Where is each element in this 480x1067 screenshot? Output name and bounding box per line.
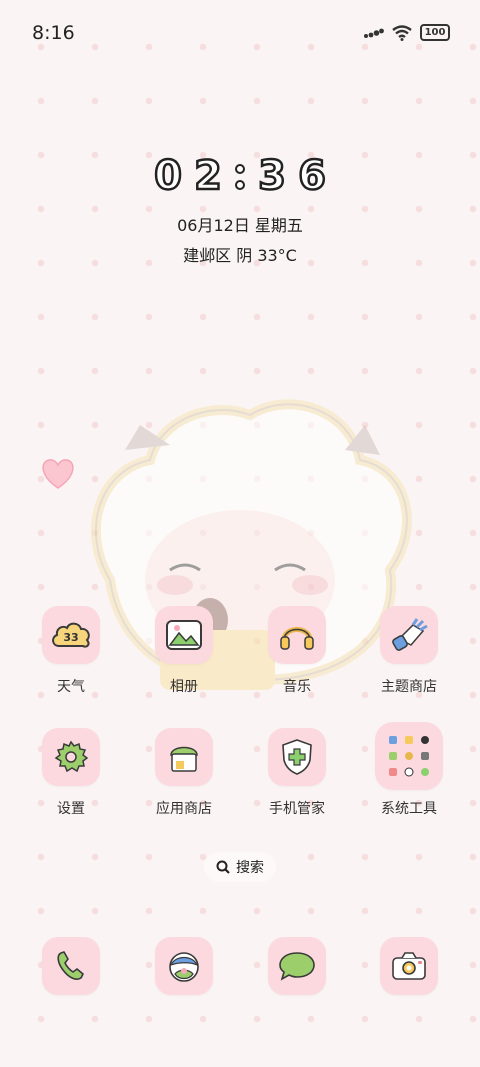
wifi-icon xyxy=(392,24,412,41)
dock-browser[interactable] xyxy=(139,937,229,995)
cellular-signal-icon xyxy=(364,28,384,38)
system-tools-folder xyxy=(375,722,443,790)
app-theme-store[interactable]: 主题商店 xyxy=(364,606,454,696)
search-icon xyxy=(216,860,230,874)
weather-cloud-icon: 33 xyxy=(52,622,90,648)
status-time: 8:16 xyxy=(32,22,75,44)
app-gallery[interactable]: 相册 xyxy=(139,606,229,696)
phone-tile xyxy=(42,937,100,995)
system-tools-folder-icon xyxy=(389,736,429,777)
security-shield-icon xyxy=(282,739,312,775)
camera-icon xyxy=(392,952,426,980)
clock-minute-tens: 3 xyxy=(257,152,287,201)
browser-icon xyxy=(169,952,199,982)
music-tile xyxy=(268,606,326,664)
app-label-music: 音乐 xyxy=(283,679,311,695)
battery-indicator: 100 xyxy=(420,24,450,41)
app-label-theme-store: 主题商店 xyxy=(381,679,437,695)
weather-tile: 33 xyxy=(42,606,100,664)
app-weather[interactable]: 33 天气 xyxy=(26,606,116,696)
app-label-gallery: 相册 xyxy=(170,679,198,695)
messages-tile xyxy=(268,937,326,995)
app-store-icon xyxy=(170,746,198,772)
headphones-icon xyxy=(280,627,314,650)
clock-widget[interactable]: 0 2 3 6 06月12日 星期五 建邺区 阴 33°C xyxy=(0,150,480,266)
camera-tile xyxy=(380,937,438,995)
app-store-tile xyxy=(155,728,213,786)
app-phone-manager[interactable]: 手机管家 xyxy=(252,728,342,818)
app-label-system-tools: 系统工具 xyxy=(381,801,437,817)
app-label-phone-manager: 手机管家 xyxy=(269,801,325,817)
search-label: 搜索 xyxy=(236,860,264,876)
app-system-tools[interactable]: 系统工具 xyxy=(364,722,454,818)
gallery-tile xyxy=(155,606,213,664)
theme-store-tile xyxy=(380,606,438,664)
clock-hour-tens: 0 xyxy=(153,152,183,201)
dock-phone[interactable] xyxy=(26,937,116,995)
clock-minute-ones: 6 xyxy=(297,152,327,201)
app-store[interactable]: 应用商店 xyxy=(139,728,229,818)
app-settings[interactable]: 设置 xyxy=(26,728,116,818)
theme-brush-icon xyxy=(392,618,428,651)
status-bar: 8:16 100 xyxy=(0,0,480,64)
clock-colon xyxy=(233,150,247,206)
phone-icon xyxy=(57,951,84,980)
dock-camera[interactable] xyxy=(364,937,454,995)
app-music[interactable]: 音乐 xyxy=(252,606,342,696)
status-icons: 100 xyxy=(364,24,450,41)
clock-hour-ones: 2 xyxy=(193,152,223,201)
search-button[interactable]: 搜索 xyxy=(204,852,276,882)
settings-tile xyxy=(42,728,100,786)
clock-date: 06月12日 星期五 xyxy=(177,216,303,235)
app-label-app-store: 应用商店 xyxy=(156,801,212,817)
phone-manager-tile xyxy=(268,728,326,786)
gallery-icon xyxy=(166,620,202,650)
clock-weather: 建邺区 阴 33°C xyxy=(183,246,297,265)
weather-temp-text: 33 xyxy=(63,631,78,644)
app-label-settings: 设置 xyxy=(57,801,85,817)
dock-messages[interactable] xyxy=(252,937,342,995)
gear-icon xyxy=(54,740,89,773)
browser-tile xyxy=(155,937,213,995)
message-icon xyxy=(279,952,315,981)
app-label-weather: 天气 xyxy=(57,679,85,695)
clock-digits: 0 2 3 6 xyxy=(0,150,480,206)
